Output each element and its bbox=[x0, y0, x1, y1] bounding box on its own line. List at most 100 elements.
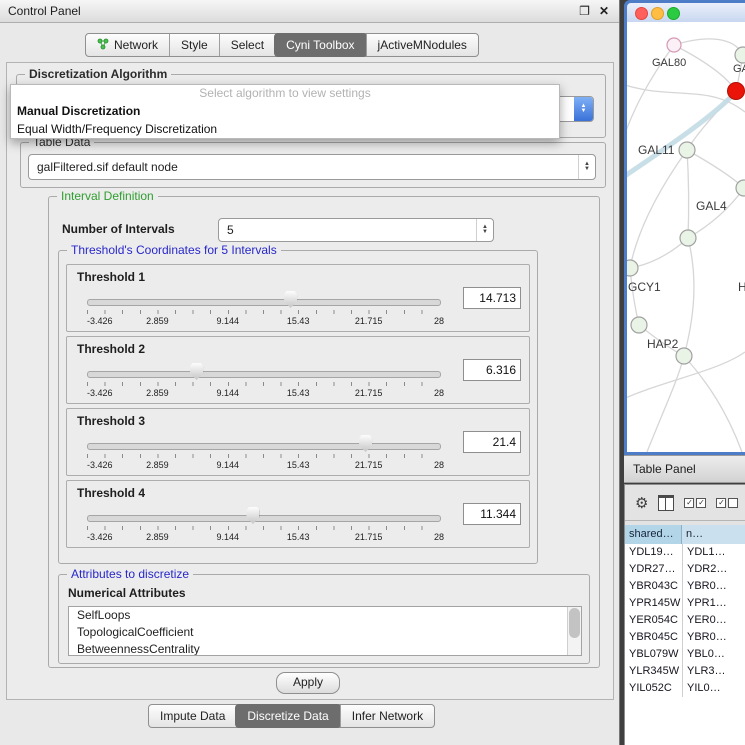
network-canvas[interactable]: GAL80 GA GAL11 GAL4 GCY1 H HAP2 bbox=[627, 22, 745, 452]
network-window-titlebar[interactable] bbox=[627, 3, 745, 22]
table-row[interactable]: YBR045CYBR0… bbox=[625, 629, 745, 646]
cell[interactable]: YER0… bbox=[682, 612, 745, 629]
tab-impute-data-label: Impute Data bbox=[160, 709, 225, 723]
tab-select[interactable]: Select bbox=[219, 34, 275, 56]
node-gcy1[interactable] bbox=[627, 260, 638, 276]
node-selected-red[interactable] bbox=[728, 83, 745, 100]
threshold-4-slider[interactable]: -3.426 2.859 9.144 15.43 21.715 28 bbox=[87, 507, 439, 543]
number-of-intervals-combobox[interactable]: 5 ▲▼ bbox=[218, 218, 494, 242]
tab-impute-data[interactable]: Impute Data bbox=[149, 705, 236, 727]
network-icon bbox=[97, 38, 109, 53]
cell[interactable]: YIL052C bbox=[625, 680, 682, 697]
table-row[interactable]: YBR043CYBR0… bbox=[625, 578, 745, 595]
combobox-stepper-icon: ▲▼ bbox=[574, 97, 593, 121]
column-header-name[interactable]: n… bbox=[682, 525, 745, 544]
threshold-2-panel: Threshold 2 -3.426 2.859 9.144 15.43 21.… bbox=[66, 336, 530, 404]
slider-track[interactable] bbox=[87, 443, 441, 450]
cell[interactable]: YBR043C bbox=[625, 578, 682, 595]
node[interactable] bbox=[735, 47, 745, 63]
cell[interactable]: YBL0… bbox=[682, 646, 745, 663]
table-row[interactable]: YDL19…YDL1… bbox=[625, 544, 745, 561]
hide-columns-icon[interactable]: ✓ bbox=[716, 498, 738, 508]
tab-infer-network-label: Infer Network bbox=[352, 709, 423, 723]
column-header-shared-name[interactable]: shared… bbox=[625, 525, 682, 544]
threshold-2-slider[interactable]: -3.426 2.859 9.144 15.43 21.715 28 bbox=[87, 363, 439, 399]
table-data-combobox[interactable]: galFiltered.sif default node ▲▼ bbox=[28, 154, 596, 180]
node-hap2[interactable] bbox=[631, 317, 647, 333]
tab-jactivemnodules[interactable]: jActiveMNodules bbox=[366, 34, 478, 56]
cell[interactable]: YPR145W bbox=[625, 595, 682, 612]
scale-tick-label: 28 bbox=[434, 388, 444, 398]
network-view-window: GAL80 GA GAL11 GAL4 GCY1 H HAP2 bbox=[624, 0, 745, 455]
minimize-traffic-light-icon[interactable] bbox=[651, 7, 664, 20]
node-gal4[interactable] bbox=[680, 230, 696, 246]
table-row[interactable]: YER054CYER0… bbox=[625, 612, 745, 629]
list-item[interactable]: SelfLoops bbox=[69, 607, 581, 624]
node[interactable] bbox=[676, 348, 692, 364]
node-gal11[interactable] bbox=[679, 142, 695, 158]
scale-tick-label: 2.859 bbox=[146, 532, 169, 542]
table-row[interactable]: YBL079WYBL0… bbox=[625, 646, 745, 663]
list-scrollbar[interactable] bbox=[567, 607, 581, 655]
threshold-1-slider[interactable]: -3.426 2.859 9.144 15.43 21.715 28 bbox=[87, 291, 439, 327]
threshold-4-value-field[interactable]: 11.344 bbox=[463, 503, 521, 525]
tab-discretize-data[interactable]: Discretize Data bbox=[235, 704, 340, 728]
gear-icon[interactable]: ⚙ bbox=[635, 494, 648, 512]
node-label-cut: H bbox=[738, 280, 745, 294]
threshold-3-value-field[interactable]: 21.4 bbox=[463, 431, 521, 453]
numerical-attributes-label: Numerical Attributes bbox=[68, 586, 186, 600]
threshold-1-value-field[interactable]: 14.713 bbox=[463, 287, 521, 309]
show-all-columns-icon[interactable]: ✓ ✓ bbox=[684, 498, 706, 508]
slider-track[interactable] bbox=[87, 371, 441, 378]
network-nodes[interactable] bbox=[627, 38, 745, 364]
scale-tick-label: -3.426 bbox=[87, 388, 113, 398]
cell[interactable]: YBR045C bbox=[625, 629, 682, 646]
dropdown-option-manual[interactable]: Manual Discretization bbox=[11, 102, 559, 120]
cell[interactable]: YPR1… bbox=[682, 595, 745, 612]
tab-style[interactable]: Style bbox=[169, 34, 219, 56]
cell[interactable]: YIL0… bbox=[682, 680, 745, 697]
threshold-3-slider[interactable]: -3.426 2.859 9.144 15.43 21.715 28 bbox=[87, 435, 439, 471]
cell[interactable]: YDR2… bbox=[682, 561, 745, 578]
scrollbar-thumb[interactable] bbox=[569, 608, 580, 638]
numerical-attributes-list: SelfLoops TopologicalCoefficient Between… bbox=[68, 606, 582, 656]
cell[interactable]: YBR0… bbox=[682, 629, 745, 646]
slider-track[interactable] bbox=[87, 299, 441, 306]
tab-network[interactable]: Network bbox=[86, 34, 169, 56]
table-row[interactable]: YDR27…YDR2… bbox=[625, 561, 745, 578]
node-gal80[interactable] bbox=[667, 38, 681, 52]
cell[interactable]: YBR0… bbox=[682, 578, 745, 595]
cell[interactable]: YBL079W bbox=[625, 646, 682, 663]
apply-button[interactable]: Apply bbox=[276, 672, 340, 694]
cell[interactable]: YER054C bbox=[625, 612, 682, 629]
table-panel-header[interactable]: Table Panel bbox=[624, 455, 745, 483]
table-row[interactable]: YLR345WYLR3… bbox=[625, 663, 745, 680]
cell[interactable]: YLR3… bbox=[682, 663, 745, 680]
screen: Control Panel ❐ ✕ Net bbox=[0, 0, 745, 745]
zoom-traffic-light-icon[interactable] bbox=[667, 7, 680, 20]
scale-tick-label: 9.144 bbox=[217, 460, 240, 470]
slider-track[interactable] bbox=[87, 515, 441, 522]
dropdown-option-equal-width[interactable]: Equal Width/Frequency Discretization bbox=[11, 120, 559, 138]
list-item[interactable]: TopologicalCoefficient bbox=[69, 624, 581, 641]
table-row[interactable]: YPR145WYPR1… bbox=[625, 595, 745, 612]
close-traffic-light-icon[interactable] bbox=[635, 7, 648, 20]
cell[interactable]: YDR27… bbox=[625, 561, 682, 578]
threshold-2-value-field[interactable]: 6.316 bbox=[463, 359, 521, 381]
table-row[interactable]: YIL052CYIL0… bbox=[625, 680, 745, 697]
close-icon[interactable]: ✕ bbox=[599, 4, 609, 18]
cell[interactable]: YDL19… bbox=[625, 544, 682, 561]
number-of-intervals-value: 5 bbox=[219, 223, 476, 237]
combobox-stepper-icon: ▲▼ bbox=[578, 155, 595, 179]
tab-cyni-toolbox[interactable]: Cyni Toolbox bbox=[274, 33, 366, 57]
thick-edge bbox=[627, 93, 735, 180]
cell[interactable]: YDL1… bbox=[682, 544, 745, 561]
node-label-gal11: GAL11 bbox=[638, 143, 675, 157]
cell[interactable]: YLR345W bbox=[625, 663, 682, 680]
float-window-icon[interactable]: ❐ bbox=[579, 4, 590, 18]
control-panel-titlebar: Control Panel ❐ ✕ bbox=[0, 0, 619, 23]
control-panel-window: Control Panel ❐ ✕ Net bbox=[0, 0, 620, 745]
tab-infer-network[interactable]: Infer Network bbox=[340, 705, 434, 727]
list-item[interactable]: BetweennessCentrality bbox=[69, 641, 581, 656]
select-columns-icon[interactable] bbox=[658, 495, 674, 511]
